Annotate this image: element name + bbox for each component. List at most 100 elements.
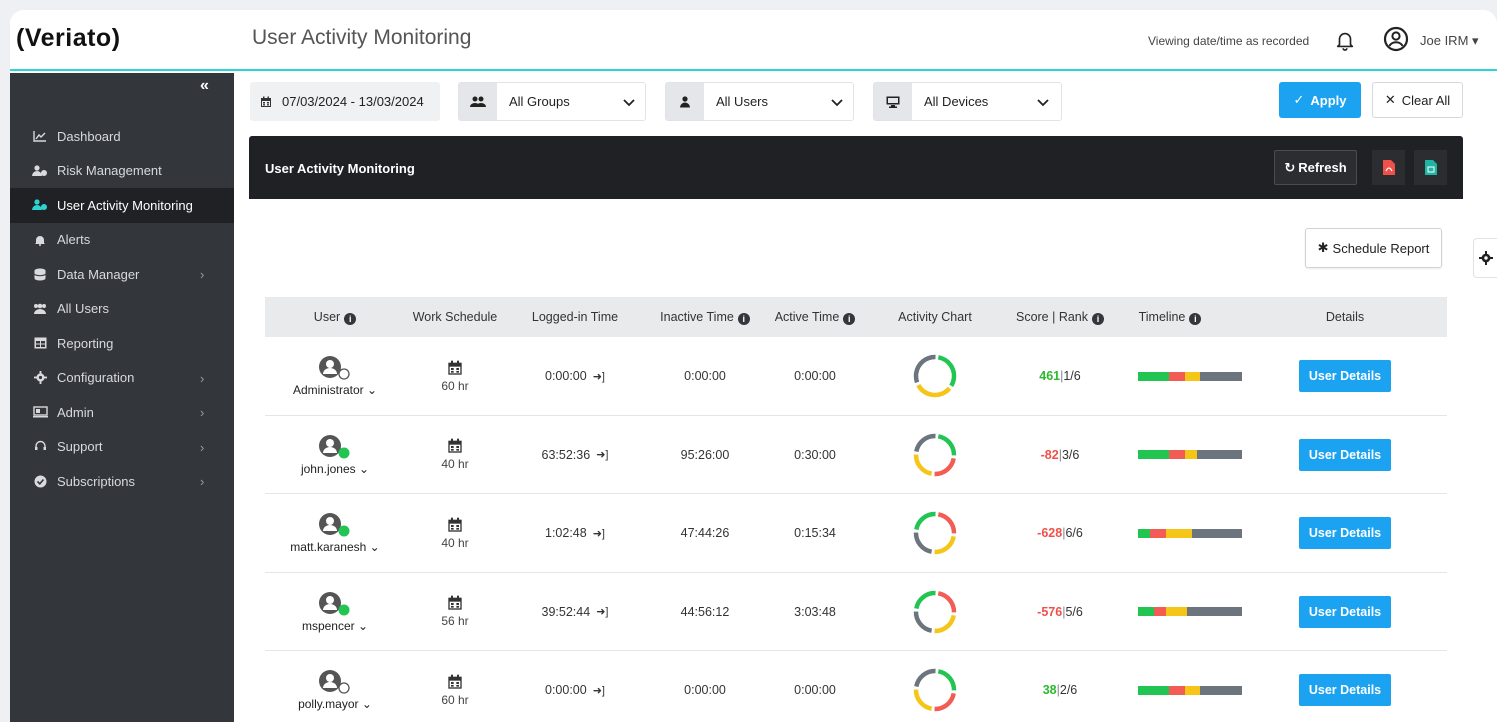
sidebar-item-risk-management[interactable]: Risk Management: [10, 154, 234, 189]
table-icon: [32, 336, 48, 350]
ring-segment: [913, 511, 957, 555]
user-name-link[interactable]: mspencer ⌄: [302, 619, 368, 633]
date-range-filter[interactable]: 07/03/2024 - 13/03/2024: [250, 82, 440, 121]
work-schedule-hours: 60 hr: [441, 378, 469, 393]
groups-filter[interactable]: All Groups: [458, 82, 646, 121]
check-icon: ✓: [1293, 92, 1305, 107]
export-excel-button[interactable]: [1414, 150, 1447, 185]
table-body: Administrator ⌄ 60 hr 0:00:00 ➜] 0:00:00 0:0…: [265, 337, 1447, 722]
schedule-report-button[interactable]: ✱ Schedule Report: [1305, 228, 1442, 268]
info-icon[interactable]: i: [737, 312, 750, 325]
sidebar-item-label: Configuration: [57, 370, 135, 386]
user-details-button[interactable]: User Details: [1299, 517, 1391, 549]
activity-chart-cell: [885, 416, 985, 494]
sidebar-item-subscriptions[interactable]: Subscriptions ›: [10, 464, 234, 499]
calendar-icon: [448, 674, 462, 689]
activity-ring-chart[interactable]: [912, 353, 958, 399]
activity-ring-chart[interactable]: [912, 589, 958, 635]
user-name-link[interactable]: john.jones ⌄: [301, 462, 369, 476]
sidebar-item-dashboard[interactable]: Dashboard: [10, 119, 234, 154]
user-avatar-icon: [319, 434, 350, 458]
ring-segment: [913, 668, 957, 712]
inactive-time: 0:00:00: [684, 369, 726, 383]
sidebar-item-reporting[interactable]: Reporting: [10, 326, 234, 361]
sidebar-item-alerts[interactable]: Alerts: [10, 223, 234, 258]
logged-in-cell: 39:52:44 ➜]: [525, 573, 625, 651]
app-logo[interactable]: (Veriato): [16, 24, 121, 53]
column-header-label: Details: [1325, 310, 1365, 324]
timeline-bar[interactable]: [1138, 607, 1242, 616]
timeline-cell: [1125, 337, 1255, 415]
user-name: mspencer: [301, 618, 355, 633]
timeline-segment: [1153, 607, 1167, 616]
calendar-icon: [448, 595, 462, 610]
user-name-link[interactable]: polly.mayor ⌄: [298, 697, 372, 711]
ring-segment: [913, 590, 957, 633]
logged-in-cell: 0:00:00 ➜]: [525, 337, 625, 415]
sidebar-item-configuration[interactable]: Configuration ›: [10, 361, 234, 396]
user-shield-icon: [32, 164, 48, 178]
table-row: polly.mayor ⌄ 60 hr 0:00:00 ➜] 0:00:00 0:00:…: [265, 651, 1447, 722]
notification-bell-icon[interactable]: [1334, 28, 1356, 52]
sidebar-item-data-manager[interactable]: Data Manager ›: [10, 257, 234, 292]
sidebar-item-admin[interactable]: Admin ›: [10, 395, 234, 430]
logged-in-cell: 63:52:36 ➜]: [525, 416, 625, 494]
activity-ring-chart[interactable]: [912, 510, 958, 556]
refresh-button[interactable]: ↻ Refresh: [1274, 150, 1357, 185]
chevron-down-icon: ⌄: [366, 540, 380, 554]
clear-all-button[interactable]: ✕ Clear All: [1372, 82, 1463, 118]
settings-gear-button[interactable]: [1473, 238, 1497, 278]
timeline-segment: [1186, 607, 1242, 616]
user-cell: matt.karanesh ⌄: [265, 494, 405, 572]
user-name-link[interactable]: Administrator ⌄: [293, 383, 377, 397]
info-icon[interactable]: i: [1189, 312, 1202, 325]
info-icon[interactable]: i: [843, 312, 856, 325]
timeline-segment: [1169, 371, 1185, 381]
table-row: Administrator ⌄ 60 hr 0:00:00 ➜] 0:00:00 0:0…: [265, 337, 1447, 416]
sidebar-item-support[interactable]: Support ›: [10, 430, 234, 465]
admin-icon: [32, 405, 48, 419]
work-schedule-cell: 60 hr: [405, 337, 505, 415]
export-pdf-button[interactable]: [1372, 150, 1405, 185]
users-filter[interactable]: All Users: [665, 82, 854, 121]
ring-segment: [913, 433, 957, 476]
schedule-report-label: Schedule Report: [1332, 240, 1430, 256]
account-icon[interactable]: [1383, 26, 1409, 52]
timeline-bar[interactable]: [1138, 371, 1242, 381]
collapse-sidebar-button[interactable]: «: [200, 77, 209, 95]
timeline-bar[interactable]: [1138, 685, 1242, 695]
timeline-bar[interactable]: [1138, 450, 1242, 459]
user-details-button[interactable]: User Details: [1299, 438, 1391, 471]
ring-segment: [913, 590, 957, 633]
user-details-button[interactable]: User Details: [1299, 360, 1391, 392]
sidebar-item-all-users[interactable]: All Users: [10, 292, 234, 327]
apply-button[interactable]: ✓ Apply: [1279, 82, 1361, 118]
user-details-button[interactable]: User Details: [1299, 595, 1391, 628]
sidebar-item-label: Dashboard: [57, 128, 121, 144]
activity-ring-chart[interactable]: [912, 667, 958, 713]
timeline-bar[interactable]: [1138, 528, 1242, 538]
user-details-button[interactable]: User Details: [1299, 674, 1391, 706]
activity-ring-chart[interactable]: [912, 432, 958, 478]
timeline-cell: [1125, 573, 1255, 651]
login-icon: ➜]: [592, 527, 605, 540]
user-name-link[interactable]: matt.karanesh ⌄: [290, 540, 379, 554]
devices-filter[interactable]: All Devices: [873, 82, 1062, 121]
chevron-down-icon: ⌄: [354, 618, 369, 633]
app-frame: (Veriato) User Activity Monitoring Viewi…: [10, 10, 1497, 722]
score-value: -628: [1037, 526, 1063, 540]
excel-file-icon: [1424, 160, 1437, 175]
user-name: Administrator: [292, 383, 364, 397]
chevron-right-icon: ›: [200, 474, 205, 489]
login-icon: ➜]: [596, 606, 609, 618]
chevron-down-icon: [1037, 99, 1049, 107]
details-cell: User Details: [1265, 573, 1425, 651]
sidebar-item-user-activity-monitoring[interactable]: User Activity Monitoring: [10, 188, 234, 223]
score-rank-cell: -628 | 6/6: [1005, 494, 1115, 572]
account-menu[interactable]: Joe IRM ▾: [1420, 33, 1479, 49]
column-header-label: Inactive Time: [660, 309, 734, 324]
chevron-down-icon: [831, 99, 843, 107]
info-icon[interactable]: i: [344, 312, 357, 325]
account-name: Joe IRM: [1420, 33, 1469, 48]
info-icon[interactable]: i: [1092, 312, 1105, 325]
